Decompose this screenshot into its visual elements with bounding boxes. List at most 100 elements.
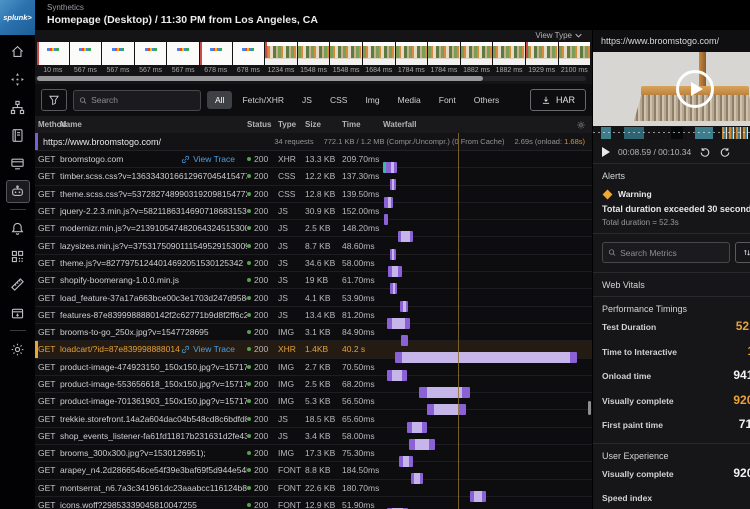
filmstrip-frame[interactable]: 1784 ms xyxy=(395,42,428,74)
waterfall-bar[interactable] xyxy=(427,404,466,416)
type-filter-tab[interactable]: All xyxy=(207,91,233,109)
waterfall-bar[interactable] xyxy=(399,456,413,468)
request-row[interactable]: GET product-image-553656618_150x150.jpg?… xyxy=(35,376,592,398)
waterfall-bar[interactable] xyxy=(400,300,408,312)
breadcrumb[interactable]: Synthetics xyxy=(47,3,750,12)
waterfall-bar[interactable] xyxy=(407,421,427,433)
filmstrip-frame[interactable]: 10 ms xyxy=(37,42,69,74)
request-row[interactable]: GET shopify-boomerang-1.0.0.min.js 200 J… xyxy=(35,272,592,295)
metric-row[interactable]: First paint time 713ms+2% xyxy=(602,412,750,437)
metric-search[interactable] xyxy=(602,242,730,263)
filmstrip-frame[interactable]: 1548 ms xyxy=(297,42,330,74)
request-row[interactable]: GET broomstogo.com View Trace 200 XHR 13… xyxy=(35,151,592,174)
request-row[interactable]: GET icons.woff?29853339045810047255 200 … xyxy=(35,497,592,509)
waterfall-bar[interactable] xyxy=(390,283,397,295)
filmstrip-frame[interactable]: 1548 ms xyxy=(330,42,362,74)
har-download-button[interactable]: HAR xyxy=(529,89,586,111)
user-experience-header[interactable]: User Experience xyxy=(602,451,750,461)
performance-timings-header[interactable]: Performance Timings xyxy=(602,304,750,314)
waterfall-bar[interactable] xyxy=(470,490,486,502)
waterfall-bar[interactable] xyxy=(387,369,407,381)
request-row[interactable]: GET theme.scss.css?v=5372827489903192098… xyxy=(35,186,592,208)
metric-search-input[interactable] xyxy=(620,247,724,258)
search-input[interactable] xyxy=(91,95,195,105)
waterfall-bar[interactable] xyxy=(383,162,397,174)
alert-item[interactable]: Warning 12:53 PM xyxy=(602,189,750,199)
request-search[interactable] xyxy=(73,89,201,111)
filmstrip-frame[interactable]: 678 ms xyxy=(199,42,232,74)
splunk-logo[interactable]: splunk> xyxy=(0,0,35,35)
request-row[interactable]: GET product-image-701361903_150x150.jpg?… xyxy=(35,393,592,416)
col-status[interactable]: Status xyxy=(247,120,278,129)
view-trace-link[interactable]: View Trace xyxy=(181,344,235,354)
replay-forward-icon[interactable] xyxy=(719,146,731,158)
request-group-row[interactable]: https://www.broomstogo.com/ 34 requests … xyxy=(35,133,592,151)
request-row[interactable]: GET brooms_300x300.jpg?v=1530126951); 20… xyxy=(35,445,592,468)
type-filter-tab[interactable]: Font xyxy=(431,91,464,109)
measure-ruler-icon[interactable] xyxy=(6,273,30,296)
request-row[interactable]: GET shop_events_listener-fa61fd11817b231… xyxy=(35,428,592,450)
filmstrip-frame[interactable]: 567 ms xyxy=(167,42,199,74)
settings-gear-icon[interactable] xyxy=(6,338,30,361)
inbox-package-icon[interactable] xyxy=(6,301,30,324)
col-type[interactable]: Type xyxy=(278,120,305,129)
waterfall-bar[interactable] xyxy=(390,179,396,191)
filmstrip-frame[interactable]: 1784 ms xyxy=(428,42,460,74)
col-time[interactable]: Time xyxy=(342,120,383,129)
replay-back-icon[interactable] xyxy=(699,146,711,158)
col-method[interactable]: Method xyxy=(35,120,66,129)
col-name[interactable]: Name xyxy=(60,120,247,129)
alerts-header[interactable]: Alerts xyxy=(602,171,750,181)
waterfall-bar[interactable] xyxy=(395,352,577,364)
metric-row[interactable]: Speed index 1.3s+2% xyxy=(602,485,750,509)
request-row[interactable]: GET load_feature-37a17a663bce00c3e1703d2… xyxy=(35,289,592,312)
metric-row[interactable]: Time to Interactive 10s+7.2% xyxy=(602,339,750,364)
request-row[interactable]: GET theme.js?v=8277975124401469205153012… xyxy=(35,255,592,277)
request-row[interactable]: GET trekkie.storefront.14a2a604dac04b548… xyxy=(35,410,592,433)
video-seekbar[interactable] xyxy=(593,126,750,140)
filmstrip-frame[interactable]: 567 ms xyxy=(134,42,167,74)
type-filter-tab[interactable]: JS xyxy=(294,91,320,109)
apps-grid-icon[interactable] xyxy=(6,245,30,268)
video-player[interactable] xyxy=(593,52,750,126)
request-row[interactable]: GET timber.scss.css?v=136334301661296704… xyxy=(35,168,592,191)
filmstrip-frame[interactable]: 567 ms xyxy=(69,42,102,74)
waterfall-bar[interactable] xyxy=(384,214,388,226)
waterfall-bar[interactable] xyxy=(387,317,410,329)
filter-button[interactable] xyxy=(41,89,67,111)
type-filter-tab[interactable]: Img xyxy=(357,91,387,109)
waterfall-bar[interactable] xyxy=(419,387,470,398)
dashboards-icon[interactable] xyxy=(6,152,30,175)
request-row[interactable]: GET brooms-to-go_250x.jpg?v=1547728695 2… xyxy=(35,324,592,347)
web-vitals-header[interactable]: Web Vitals xyxy=(602,280,750,290)
play-overlay-icon[interactable] xyxy=(676,70,714,108)
filmstrip-frame[interactable]: 1882 ms xyxy=(460,42,493,74)
waterfall-bar[interactable] xyxy=(398,231,413,243)
request-row[interactable]: GET jquery-2.2.3.min.js?v=58211863146907… xyxy=(35,203,592,226)
column-settings-gear-icon[interactable] xyxy=(576,120,586,130)
col-size[interactable]: Size xyxy=(305,120,342,129)
filmstrip-scrollbar-thumb[interactable] xyxy=(37,76,484,81)
type-filter-tab[interactable]: Others xyxy=(466,91,508,109)
type-filter-tab[interactable]: Media xyxy=(390,91,429,109)
waterfall-bar[interactable] xyxy=(401,335,408,347)
col-waterfall[interactable]: Waterfall xyxy=(383,120,592,130)
metric-row[interactable]: Test Duration 52.3s+312% xyxy=(602,314,750,339)
waterfall-bar[interactable] xyxy=(390,248,396,260)
sort-updown-button[interactable] xyxy=(735,242,750,263)
metric-row[interactable]: Visually complete 920ms+1.4% xyxy=(602,461,750,486)
filmstrip-frame[interactable]: 1882 ms xyxy=(493,42,525,74)
journal-icon[interactable] xyxy=(6,124,30,147)
request-row[interactable]: GET loadcart/?id=87e839998888014 View Tr… xyxy=(35,341,592,364)
view-trace-link[interactable]: View Trace xyxy=(181,154,235,164)
metric-row[interactable]: Onload time 941ms+1.2% xyxy=(602,363,750,388)
navigator-icon[interactable] xyxy=(6,68,30,91)
filmstrip-frame[interactable]: 678 ms xyxy=(232,42,265,74)
request-row[interactable]: GET arapey_n4.2d2866546ce54f39e3baf69f5d… xyxy=(35,462,592,485)
request-row[interactable]: GET lazysizes.min.js?v=37531750901115495… xyxy=(35,237,592,260)
filmstrip-frame[interactable]: 1234 ms xyxy=(265,42,297,74)
request-row[interactable]: GET montserrat_n6.7a3c341961dc23aaabcc11… xyxy=(35,480,592,502)
type-filter-tab[interactable]: Fetch/XHR xyxy=(234,91,292,109)
filmstrip-frame[interactable]: 1684 ms xyxy=(362,42,395,74)
type-filter-tab[interactable]: CSS xyxy=(322,91,355,109)
